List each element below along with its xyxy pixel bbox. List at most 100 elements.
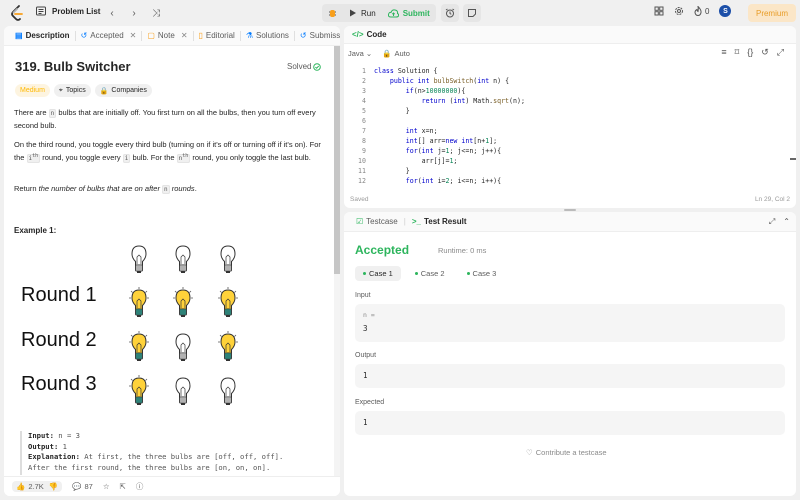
history-icon: ↺ <box>299 31 307 40</box>
expand-icon[interactable]: ⤢ <box>777 47 784 58</box>
run-submit-group: Run Submit <box>322 4 436 22</box>
bookmark-icon[interactable]: ⌑ <box>735 47 740 58</box>
streak-count: 0 <box>705 6 710 16</box>
tab-testcase[interactable]: ☑ Testcase <box>350 217 404 226</box>
tab-test-result[interactable]: >_ Test Result <box>406 217 473 226</box>
notes-button[interactable] <box>463 4 481 22</box>
tab-solutions[interactable]: ⚗ Solutions <box>241 30 295 41</box>
line-number: 5 <box>362 107 366 115</box>
lightbulb-off-icon <box>128 242 150 276</box>
emphasis: rounds <box>171 184 195 193</box>
output-value: 1 <box>363 371 368 380</box>
chevron-left-icon[interactable]: ‹ <box>104 5 120 21</box>
line-number: 10 <box>358 157 366 165</box>
runtime: Runtime: 0 ms <box>438 246 487 255</box>
companies-tag[interactable]: 🔒 Companies <box>94 84 152 97</box>
case-label: Case 2 <box>420 269 445 278</box>
pass-dot <box>466 272 470 275</box>
lightbulb-on-icon <box>217 330 239 364</box>
input-value: 3 <box>363 324 368 333</box>
premium-button[interactable]: Premium <box>748 4 796 22</box>
result-panel: ☑ Testcase | >_ Test Result ⤢ ⌃ Accepted… <box>344 212 796 496</box>
comments-button[interactable]: 💬 87 <box>72 482 93 491</box>
code-header-label: Code <box>366 30 387 39</box>
topics-tag[interactable]: ⌖ Topics <box>53 84 91 97</box>
tab-submissions[interactable]: ↺ Submissi <box>295 31 340 41</box>
line-number: 9 <box>362 147 366 155</box>
line-number: 7 <box>362 127 366 135</box>
lightbulb-off-icon <box>172 374 194 408</box>
text: bulb. For the <box>130 152 177 162</box>
top-bar: Problem List ‹ › ⤨ Run Submit 0 S Premiu… <box>0 0 800 26</box>
reset-icon[interactable]: ↺ <box>761 47 769 58</box>
history-icon: ↺ <box>80 31 88 40</box>
debug-button[interactable] <box>322 4 343 22</box>
label: Input: <box>28 431 54 440</box>
shuffle-icon[interactable]: ⤨ <box>148 5 164 21</box>
braces-icon[interactable]: {} <box>747 47 753 58</box>
tab-accepted[interactable]: ↺ Accepted ✕ <box>76 30 143 41</box>
line-number: 2 <box>362 77 366 85</box>
avatar[interactable]: S <box>719 5 732 17</box>
tab-editorial[interactable]: ▯ Editorial <box>194 30 241 41</box>
code-editor[interactable]: 1 2 3 4 5 6 7 8 9 10 11 12 class Solution { public … <box>344 64 796 188</box>
companies-label: Companies <box>111 87 147 94</box>
submit-button[interactable]: Submit <box>382 4 436 22</box>
close-icon[interactable]: ✕ <box>130 31 137 40</box>
timer-button[interactable] <box>441 4 459 22</box>
language-select[interactable]: Java ⌄ <box>348 49 372 58</box>
case-tab-1[interactable]: Case 1 <box>355 266 401 281</box>
gear-icon[interactable] <box>674 6 684 16</box>
auto-mode-toggle[interactable]: 🔒 Auto <box>382 49 410 58</box>
tab-note[interactable]: ▢ Note ✕ <box>142 30 194 41</box>
thumbs-up-icon: 👍 <box>16 482 26 491</box>
thumbs-down-icon[interactable]: 👎 <box>49 482 58 491</box>
line-numbers: 1 2 3 4 5 6 7 8 9 10 11 12 <box>344 66 366 186</box>
case-tab-2[interactable]: Case 2 <box>407 266 453 281</box>
contribute-testcase-link[interactable]: ♡ Contribute a testcase <box>526 448 607 457</box>
tab-description[interactable]: ▤ Description <box>10 30 76 41</box>
line-number: 6 <box>362 117 366 125</box>
layout-grid-icon[interactable] <box>654 6 664 16</box>
case-label: Case 3 <box>472 269 497 278</box>
description-icon: ▤ <box>15 31 23 40</box>
alarm-clock-icon <box>445 8 455 18</box>
code-toolbar: Java ⌄ 🔒 Auto ≡ ⌑ {} ↺ ⤢ <box>344 45 796 61</box>
problem-list-link[interactable]: Problem List <box>36 6 100 16</box>
result-status: Accepted <box>355 243 410 257</box>
tab-accepted-label: Accepted <box>90 31 124 40</box>
run-button[interactable]: Run <box>343 4 382 22</box>
help-icon[interactable]: ⓘ <box>136 481 144 492</box>
description-scrollbar[interactable] <box>334 46 340 496</box>
value: 1 <box>62 441 67 451</box>
flame-icon <box>694 6 702 16</box>
expected-label: Expected <box>355 399 385 406</box>
example-block: Input: n = 3 Output: 1 Explanation: At f… <box>20 431 330 475</box>
expand-icon[interactable]: ⤢ <box>769 217 775 227</box>
star-icon[interactable]: ☆ <box>103 482 110 491</box>
pass-dot <box>363 272 366 275</box>
chevron-right-icon[interactable]: › <box>126 5 142 21</box>
inline-code: n <box>162 185 170 194</box>
close-icon[interactable]: ✕ <box>181 31 188 40</box>
scrollbar-thumb[interactable] <box>334 46 340 274</box>
text: Return <box>14 184 39 193</box>
leetcode-logo-icon[interactable] <box>10 5 24 21</box>
share-icon[interactable]: ⇱ <box>120 482 126 491</box>
input-label: Input <box>355 292 371 299</box>
streak-counter[interactable]: 0 <box>694 6 709 16</box>
problem-title: 319. Bulb Switcher <box>15 59 131 74</box>
solved-status: Solved <box>287 62 322 71</box>
result-tabs: ☑ Testcase | >_ Test Result ⤢ ⌃ <box>344 212 796 232</box>
case-tab-3[interactable]: Case 3 <box>459 266 505 281</box>
chevron-up-icon[interactable]: ⌃ <box>783 217 790 227</box>
tab-testcase-label: Testcase <box>366 217 398 226</box>
panel-splitter[interactable] <box>564 209 576 211</box>
note-icon: ▢ <box>147 31 155 40</box>
editor-scrollbar[interactable] <box>788 64 796 188</box>
tab-description-label: Description <box>25 31 70 40</box>
code-lines[interactable]: class Solution { public int bulbSwitch(i… <box>374 66 525 186</box>
like-button[interactable]: 👍 2.7K <box>16 482 44 491</box>
format-icon[interactable]: ≡ <box>721 47 726 58</box>
input-var: n = <box>363 311 375 319</box>
